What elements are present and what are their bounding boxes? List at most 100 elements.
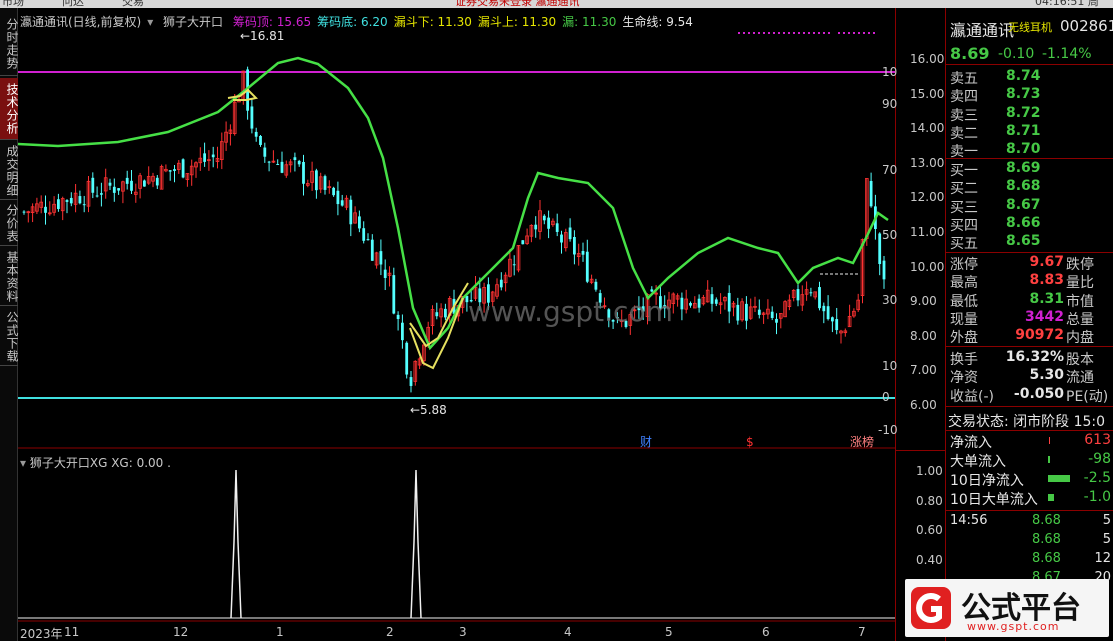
ask-level: 卖三 8.72 bbox=[946, 105, 1113, 124]
stat-row: 现量 3442 总量 bbox=[946, 309, 1113, 328]
candle-body-down bbox=[280, 161, 284, 173]
candle-body-down bbox=[181, 159, 185, 178]
chip-dot bbox=[743, 32, 745, 34]
tab-formula-download[interactable]: 公式下载 bbox=[0, 308, 19, 366]
chip-dot bbox=[793, 32, 795, 34]
menu-item-wenda[interactable]: 问达 bbox=[62, 0, 84, 8]
indicator-tick: 90 bbox=[882, 97, 898, 111]
stat2-row-label2: PE(动) bbox=[1066, 388, 1109, 405]
stat2-row-label: 净资 bbox=[950, 370, 978, 387]
candle-body-down bbox=[581, 250, 585, 255]
xg-signal-spike-0 bbox=[230, 469, 242, 619]
candle-body-down bbox=[82, 204, 86, 206]
price-tick: 6.00 bbox=[910, 398, 937, 412]
price-change: -0.10 bbox=[998, 46, 1035, 62]
stat-row: 涨停 9.67 跌停 bbox=[946, 254, 1113, 273]
chip-dot bbox=[763, 32, 765, 34]
candle-body-down bbox=[650, 289, 654, 292]
price-tick: 15.00 bbox=[910, 86, 945, 101]
tab-technical[interactable]: 技术分析 bbox=[0, 78, 19, 140]
indicator-dropdown-icon[interactable]: ▾ bbox=[147, 15, 153, 29]
chip-dot bbox=[828, 32, 830, 34]
price-axis: 16.00 15.00 14.00 13.00 12.00 11.00 10.00 9.00 8… bbox=[878, 8, 946, 641]
candle-body-down bbox=[727, 292, 731, 312]
indicator-name[interactable]: 狮子大开口 bbox=[163, 15, 223, 29]
tick-volume: 12 bbox=[1094, 551, 1111, 566]
date-tick: 12 bbox=[173, 625, 189, 639]
tab-price-table[interactable]: 分价表 bbox=[0, 202, 19, 246]
menu-item-market[interactable]: 市场 bbox=[2, 0, 24, 8]
top-menu-bar: 市场 问达 交易 证券交易未登录 瀛通通讯 04:16:51 周 bbox=[0, 0, 1113, 8]
candle-body-down bbox=[396, 314, 400, 320]
candle-body-down bbox=[108, 182, 112, 186]
date-tick: 11 bbox=[64, 625, 80, 639]
candle-body-down bbox=[882, 260, 886, 280]
candle-body-down bbox=[155, 177, 159, 186]
tick-time: 14:56 bbox=[950, 513, 988, 528]
price-tick: 14.00 bbox=[910, 121, 945, 136]
candle-body-down bbox=[383, 269, 387, 278]
tick-price: 8.68 bbox=[1032, 532, 1061, 547]
chip-dot bbox=[778, 32, 780, 34]
candle-body-down bbox=[130, 180, 133, 191]
stock-name: 瀛通通讯 bbox=[950, 21, 1015, 40]
candle-body-down bbox=[757, 309, 761, 315]
concept-tag[interactable]: 无线耳机 bbox=[1008, 19, 1052, 35]
date-tick: 2023年 bbox=[20, 627, 63, 641]
candle-body-down bbox=[796, 289, 800, 301]
candle-body-down bbox=[65, 200, 69, 202]
candle-body-down bbox=[259, 135, 262, 145]
menu-item-trade[interactable]: 交易 bbox=[122, 0, 144, 8]
chip-dot bbox=[843, 32, 845, 34]
chip-dot bbox=[768, 32, 770, 34]
price-change-pct: -1.14% bbox=[1042, 46, 1092, 62]
bid-level-value: 8.66 bbox=[1006, 214, 1041, 231]
chip-dot bbox=[868, 32, 870, 34]
chip-dot bbox=[788, 32, 790, 34]
date-tick: 1 bbox=[276, 625, 284, 639]
candle-body-down bbox=[276, 164, 280, 166]
xg-signal-spike-1 bbox=[410, 469, 422, 619]
candle-body-down bbox=[91, 177, 95, 193]
header-value-5: 生命线: 9.54 bbox=[622, 15, 693, 29]
trade-status: 交易状态: 闭市阶段 15:0 bbox=[948, 414, 1106, 430]
candle-body-down bbox=[392, 275, 396, 314]
candle-body-down bbox=[736, 304, 740, 321]
bid-level-label: 买五 bbox=[950, 236, 978, 253]
panel-separator bbox=[946, 158, 1113, 159]
ask-level-value: 8.70 bbox=[1006, 141, 1041, 158]
stat2-row: 净资 5.30 流通 bbox=[946, 367, 1113, 386]
indicator-dropdown-icon[interactable]: ▾ bbox=[20, 456, 26, 470]
candle-body-down bbox=[143, 180, 146, 187]
login-notice[interactable]: 证券交易未登录 瀛通通讯 bbox=[455, 0, 580, 8]
stock-code: 002861 bbox=[1060, 17, 1113, 35]
header-value-3: 漏斗上: 11.30 bbox=[477, 15, 557, 29]
candle-body-down bbox=[112, 186, 116, 193]
stat-row: 最低 8.31 市值 bbox=[946, 291, 1113, 310]
kline-chart[interactable]: ←16.81 ←5.88 财 $ 涨榜 bbox=[18, 8, 895, 450]
candle-body-down bbox=[878, 233, 882, 265]
candle-body-down bbox=[714, 299, 718, 304]
indicator-chart[interactable] bbox=[18, 452, 895, 624]
stat-row-label: 涨停 bbox=[950, 257, 978, 273]
flow-bar bbox=[1049, 437, 1050, 444]
brand-logo: 公式平台 www.gspt.com bbox=[905, 579, 1109, 637]
tick-price: 8.68 bbox=[1032, 551, 1061, 566]
tab-trade-detail[interactable]: 成交明细 bbox=[0, 142, 19, 200]
candle-body-down bbox=[818, 287, 821, 309]
date-tick: 6 bbox=[762, 625, 770, 639]
date-tick: 2 bbox=[386, 625, 394, 639]
bid-level-value: 8.67 bbox=[1006, 196, 1041, 213]
tab-intraday[interactable]: 分时走势 bbox=[0, 12, 19, 76]
candle-body-down bbox=[168, 170, 172, 172]
indicator-tick: 10 bbox=[882, 65, 898, 79]
candle-body-down bbox=[315, 170, 318, 191]
stat-row: 最高 8.83 量比 bbox=[946, 272, 1113, 291]
xg-tick: 0.80 bbox=[916, 493, 943, 508]
ask-level-value: 8.71 bbox=[1006, 122, 1041, 139]
candle-body-down bbox=[366, 239, 370, 241]
flow-label: 10日大单流入 bbox=[950, 492, 1038, 508]
stat-row-value: 3442 bbox=[1025, 308, 1064, 325]
stat-row-label2: 总量 bbox=[1066, 311, 1094, 328]
tab-fundamentals[interactable]: 基本资料 bbox=[0, 248, 19, 306]
